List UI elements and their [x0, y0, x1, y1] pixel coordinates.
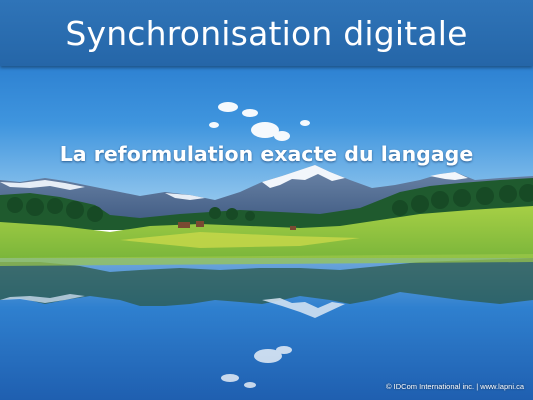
copyright-notice: © IDCom International inc. | www.lapni.c… — [386, 382, 524, 391]
slide-subtitle: La reformulation exacte du langage — [59, 142, 474, 166]
title-bar: Synchronisation digitale — [0, 0, 533, 66]
slide-title: Synchronisation digitale — [65, 13, 468, 53]
slide: Synchronisation digitale La reformulatio… — [0, 0, 533, 400]
